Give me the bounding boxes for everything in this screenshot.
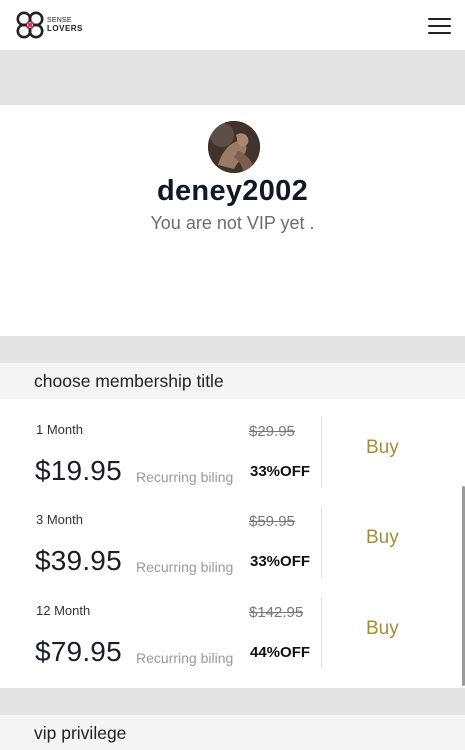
plan-divider xyxy=(321,416,322,488)
buy-button-1-month[interactable]: Buy xyxy=(366,437,399,459)
logo-line-2: LOVERS xyxy=(47,24,83,33)
menu-bar xyxy=(428,32,451,34)
plan-1-month: 1 Month $19.95 Recurring biling $29.95 3… xyxy=(0,399,465,489)
logo-wordmark: SENSE LOVERS xyxy=(47,17,83,33)
plan-price: $79.95 xyxy=(35,636,122,667)
plan-discount: 44%OFF xyxy=(250,644,311,661)
spacer-band xyxy=(0,51,465,105)
menu-bar xyxy=(428,18,451,20)
avatar-image xyxy=(208,121,260,173)
plan-3-month: 3 Month $39.95 Recurring biling $59.95 3… xyxy=(0,489,465,579)
user-avatar[interactable] xyxy=(208,121,260,173)
spacer-band xyxy=(0,336,465,363)
profile-card: deney2002 You are not VIP yet . xyxy=(0,105,465,336)
plan-price: $19.95 xyxy=(35,455,122,486)
plan-divider xyxy=(321,597,322,669)
plan-discount: 33%OFF xyxy=(250,463,311,480)
plan-original-price: $59.95 xyxy=(249,513,295,530)
hamburger-menu-icon[interactable] xyxy=(428,16,452,36)
vip-privilege-section-title: vip privilege xyxy=(0,715,465,750)
vip-status-text: You are not VIP yet . xyxy=(150,213,315,233)
membership-section-title: choose membership title xyxy=(0,363,465,399)
membership-plans: 1 Month $19.95 Recurring biling $29.95 3… xyxy=(0,399,465,688)
plan-original-price: $29.95 xyxy=(249,423,295,440)
site-logo[interactable]: SENSE LOVERS xyxy=(16,11,116,41)
sense-lovers-logo-icon xyxy=(16,11,44,39)
plan-recurring-label: Recurring biling xyxy=(136,469,234,485)
buy-button-3-month[interactable]: Buy xyxy=(366,527,399,549)
profile-username: deney2002 xyxy=(156,175,309,207)
plan-original-price: $142.95 xyxy=(249,604,304,621)
buy-button-12-month[interactable]: Buy xyxy=(366,618,399,640)
plan-discount: 33%OFF xyxy=(250,553,311,570)
plan-name: 1 Month xyxy=(36,422,83,437)
top-header: SENSE LOVERS xyxy=(0,0,465,51)
plan-name: 12 Month xyxy=(36,603,91,618)
plan-name: 3 Month xyxy=(36,512,83,527)
plan-recurring-label: Recurring biling xyxy=(136,650,234,666)
spacer-band xyxy=(0,688,465,715)
menu-bar xyxy=(428,25,451,27)
plan-price: $39.95 xyxy=(35,545,122,576)
plan-divider xyxy=(321,506,322,578)
plan-12-month: 12 Month $79.95 Recurring biling $142.95… xyxy=(0,580,465,670)
plan-recurring-label: Recurring biling xyxy=(136,559,234,575)
